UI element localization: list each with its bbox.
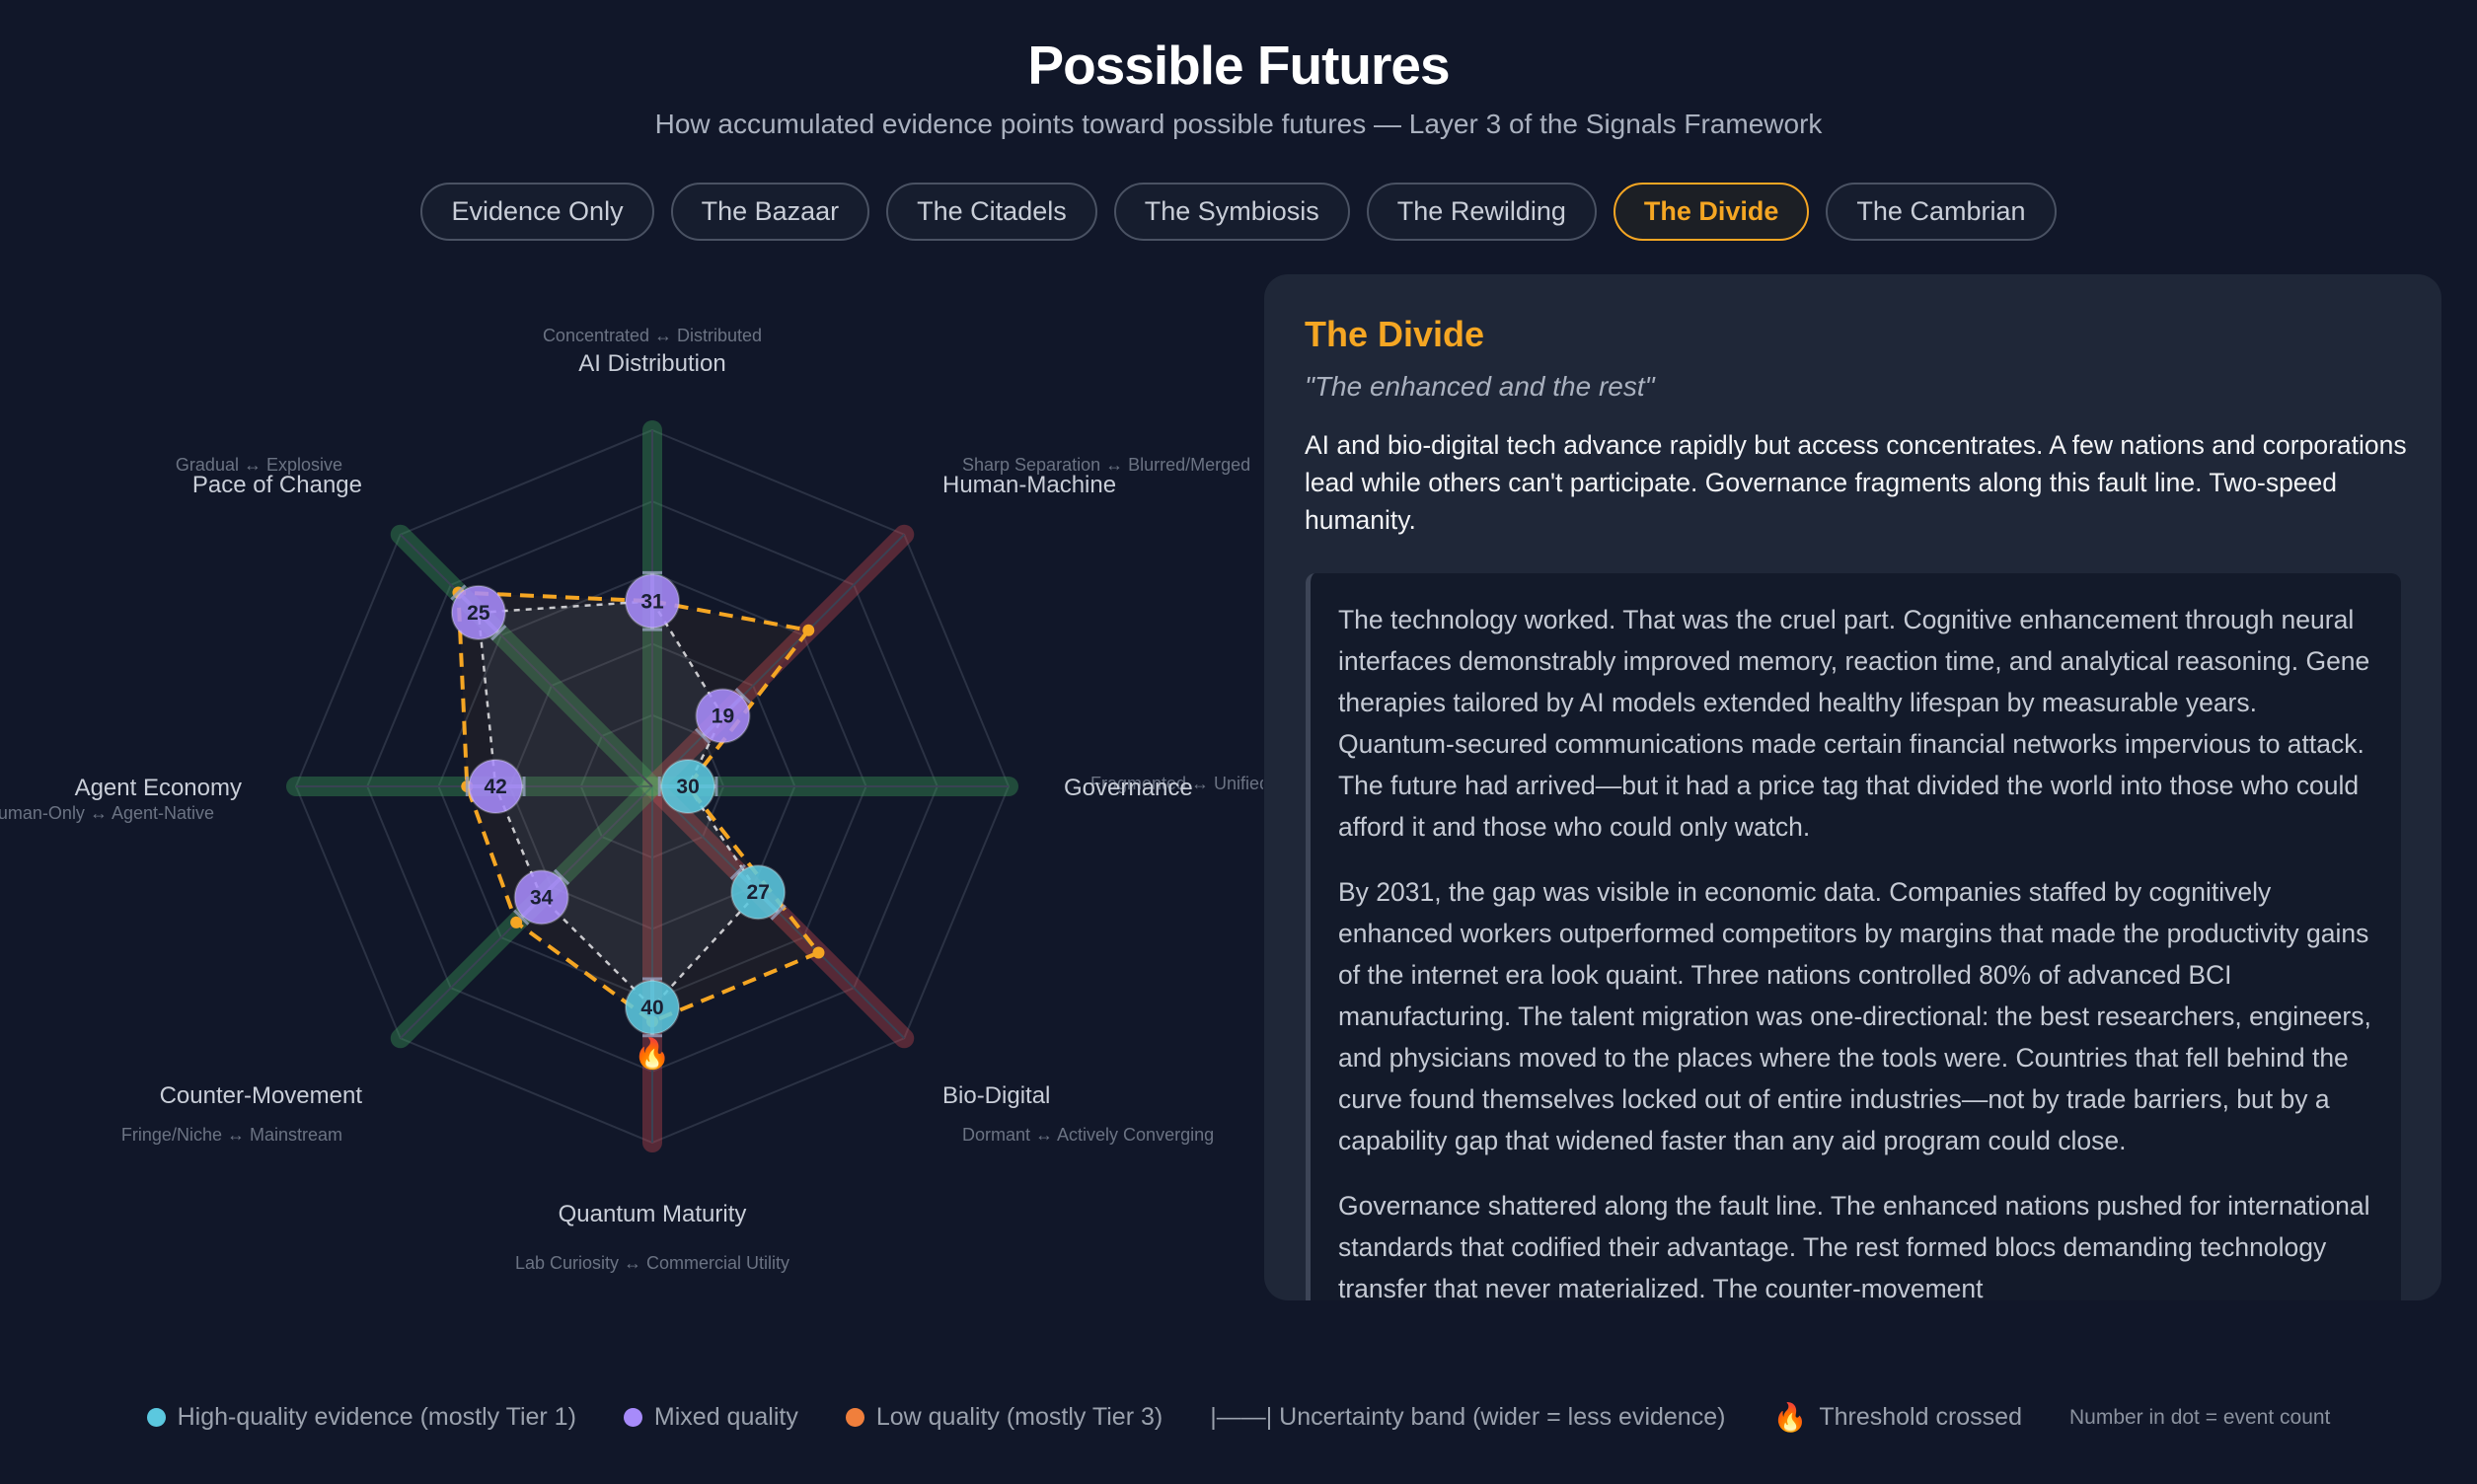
- event-count: 40: [640, 997, 663, 1019]
- scenario-summary: AI and bio-digital tech advance rapidly …: [1305, 430, 2407, 535]
- legend-uncertainty-band: |——| Uncertainty band (wider = less evid…: [1210, 1403, 1726, 1431]
- event-count: 25: [467, 602, 490, 625]
- tab-the-bazaar[interactable]: The Bazaar: [670, 183, 870, 241]
- story-paragraph: The technology worked. That was the crue…: [1338, 605, 2370, 842]
- axis-name-label: Governance: [1064, 775, 1193, 801]
- axis-name-label: Pace of Change: [192, 472, 362, 498]
- legend-threshold: 🔥 Threshold crossed: [1772, 1402, 2022, 1433]
- axis-name-label: Human-Machine: [942, 472, 1116, 498]
- event-count: 31: [640, 590, 664, 613]
- tab-the-citadels[interactable]: The Citadels: [886, 183, 1097, 241]
- axis-scale-label: Concentrated ↔ Distributed: [543, 326, 762, 345]
- scenario-point: [802, 624, 815, 636]
- story-paragraph: Governance shattered along the fault lin…: [1338, 1191, 2370, 1300]
- legend-low-quality: Low quality (mostly Tier 3): [845, 1403, 1163, 1432]
- flame-icon: 🔥: [634, 1036, 670, 1071]
- tab-evidence-only[interactable]: Evidence Only: [420, 183, 654, 241]
- tab-the-rewilding[interactable]: The Rewilding: [1366, 183, 1597, 241]
- scenario-tabs: Evidence Only The Bazaar The Citadels Th…: [0, 183, 2477, 241]
- event-count: 27: [747, 881, 770, 904]
- scenario-title: The Divide: [1305, 314, 1485, 354]
- story-paragraph: By 2031, the gap was visible in economic…: [1338, 877, 2371, 1155]
- tab-the-divide[interactable]: The Divide: [1613, 183, 1810, 241]
- flame-icon: 🔥: [1772, 1402, 1808, 1433]
- tab-the-symbiosis[interactable]: The Symbiosis: [1113, 183, 1350, 241]
- event-count: 42: [484, 776, 506, 798]
- scenario-tagline: "The enhanced and the rest": [1305, 371, 1655, 402]
- axis-scale-label: Human-Only ↔ Agent-Native: [0, 803, 214, 823]
- event-count: 30: [676, 776, 699, 798]
- event-count: 34: [530, 886, 554, 909]
- axis-name-label: Counter-Movement: [160, 1082, 363, 1109]
- axis-scale-label: Dormant ↔ Actively Converging: [962, 1125, 1214, 1145]
- axis-scale-label: Fringe/Niche ↔ Mainstream: [121, 1125, 342, 1145]
- event-count: 19: [712, 705, 734, 728]
- radar-chart: 31 19 30 27 40 🔥 34 42 25 Concentrated ↔ Distribu…: [0, 326, 1263, 1273]
- cyan-dot-icon: [146, 1408, 166, 1427]
- page-title: Possible Futures: [1027, 35, 1450, 96]
- legend-note: Number in dot = event count: [2068, 1405, 2331, 1429]
- axis-name-label: Bio-Digital: [942, 1082, 1050, 1109]
- axis-name-label: Quantum Maturity: [559, 1201, 747, 1227]
- legend-high-quality: High-quality evidence (mostly Tier 1): [146, 1403, 576, 1432]
- page-subtitle: How accumulated evidence points toward p…: [654, 109, 1823, 139]
- axis-scale-label: Lab Curiosity ↔ Commercial Utility: [515, 1253, 789, 1273]
- scenario-story[interactable]: The technology worked. That was the crue…: [1306, 573, 2401, 1300]
- purple-dot-icon: [623, 1408, 642, 1427]
- axis-name-label: AI Distribution: [578, 350, 725, 377]
- scenario-point: [812, 946, 825, 959]
- scenario-detail-panel: The Divide "The enhanced and the rest" A…: [1264, 274, 2441, 1300]
- legend: High-quality evidence (mostly Tier 1) Mi…: [0, 1401, 2477, 1434]
- axis-name-label: Agent Economy: [75, 775, 242, 801]
- legend-mixed-quality: Mixed quality: [623, 1403, 798, 1432]
- tab-the-cambrian[interactable]: The Cambrian: [1826, 183, 2057, 241]
- orange-dot-icon: [845, 1408, 864, 1427]
